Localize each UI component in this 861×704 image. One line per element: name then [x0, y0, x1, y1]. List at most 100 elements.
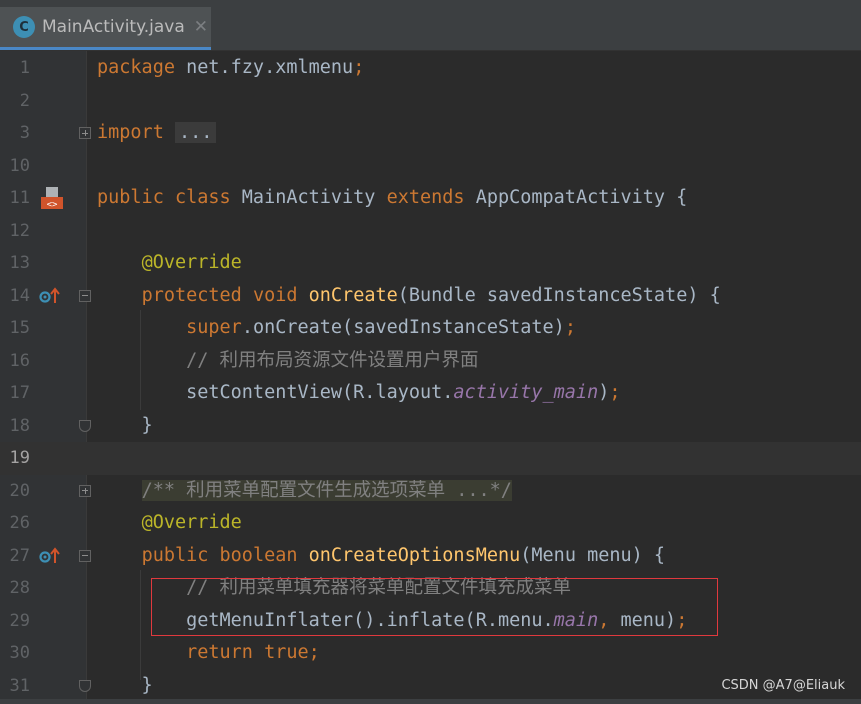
code-line[interactable]: 13 @Override — [0, 247, 861, 280]
code-token: @Override — [141, 512, 242, 533]
code-line[interactable]: 10 — [0, 150, 861, 183]
code-line[interactable]: 16 // 利用布局资源文件设置用户界面 — [0, 345, 861, 378]
code-line[interactable]: 19 — [0, 442, 861, 475]
layout-file-icon[interactable]: <> — [40, 186, 64, 214]
code-token: ; — [353, 57, 365, 78]
line-number: 10 — [9, 155, 30, 176]
line-number: 2 — [19, 90, 30, 111]
code-line[interactable]: 12 — [0, 215, 861, 248]
fold-collapse-icon[interactable] — [79, 419, 91, 432]
code-line[interactable]: 26 @Override — [0, 507, 861, 540]
line-number: 19 — [9, 448, 30, 468]
indent-guide — [140, 570, 141, 680]
code-line[interactable]: 27 public boolean onCreateOptionsMenu(Me… — [0, 540, 861, 573]
tab-title: MainActivity.java — [42, 17, 185, 37]
override-method-icon[interactable] — [39, 286, 61, 309]
code-token: public boolean — [141, 544, 298, 566]
code-line[interactable]: 30 return true; — [0, 637, 861, 670]
line-number: 14 — [9, 285, 30, 306]
code-token: net.fzy.xmlmenu — [174, 57, 354, 78]
indent-guide — [140, 310, 141, 410]
code-line[interactable]: 15 super.onCreate(savedInstanceState); — [0, 312, 861, 345]
code-token: ; — [308, 642, 320, 663]
line-number: 26 — [9, 513, 30, 533]
code-token: package — [97, 57, 175, 78]
code-line[interactable]: 14 protected void onCreate(Bundle savedI… — [0, 280, 861, 313]
code-token: // 利用布局资源文件设置用户界面 — [186, 349, 479, 371]
code-token: MainActivity — [230, 187, 387, 208]
code-token: protected void — [141, 284, 298, 306]
code-token: (Menu menu) { — [520, 544, 666, 566]
line-number: 31 — [9, 675, 30, 696]
tab-main-activity[interactable]: C MainActivity.java ✕ — [0, 7, 211, 50]
highlight-box — [151, 578, 718, 636]
code-line[interactable]: 2 — [0, 85, 861, 118]
code-token: (Bundle savedInstanceState) { — [397, 284, 721, 306]
code-token: import — [97, 122, 164, 143]
close-icon[interactable]: ✕ — [194, 17, 208, 37]
bottom-tool-strip — [0, 699, 861, 704]
code-text: /** 利用菜单配置文件生成选项菜单 ...*/ — [97, 475, 512, 508]
fold-expand-icon[interactable] — [79, 127, 91, 140]
code-line[interactable]: 3 import ... — [0, 117, 861, 150]
code-text: super.onCreate(savedInstanceState); — [97, 312, 576, 345]
fold-collapse-icon[interactable] — [79, 289, 91, 302]
code-line[interactable]: 1 package net.fzy.xmlmenu; — [0, 52, 861, 85]
code-token: } — [97, 414, 153, 436]
line-number: 12 — [9, 220, 30, 241]
line-number: 16 — [9, 350, 30, 371]
editor-tab-bar: C MainActivity.java ✕ — [0, 0, 861, 51]
code-text: } — [97, 410, 153, 443]
code-line[interactable]: 17 setContentView(R.layout.activity_main… — [0, 377, 861, 410]
code-token: return true — [186, 642, 309, 663]
code-line[interactable]: 20 /** 利用菜单配置文件生成选项菜单 ...*/ — [0, 475, 861, 508]
watermark: CSDN @A7@Eliauk — [721, 678, 845, 693]
code-token: @Override — [141, 252, 242, 273]
code-text: // 利用布局资源文件设置用户界面 — [97, 345, 479, 378]
code-text: import ... — [97, 117, 217, 150]
override-method-icon[interactable] — [39, 546, 61, 569]
fold-collapse-icon[interactable] — [79, 679, 91, 692]
line-number: 28 — [9, 578, 30, 598]
code-token: ; — [609, 382, 621, 403]
code-token: ) — [598, 382, 610, 403]
code-text: setContentView(R.layout.activity_main); — [97, 377, 621, 410]
line-number: 15 — [9, 318, 30, 338]
code-token: /** 利用菜单配置文件生成选项菜单 ...*/ — [141, 479, 512, 501]
code-token: AppCompatActivity { — [464, 187, 688, 208]
line-number: 18 — [9, 415, 30, 436]
code-text: public class MainActivity extends AppCom… — [97, 182, 687, 215]
code-text: protected void onCreate(Bundle savedInst… — [97, 280, 721, 313]
line-number: 30 — [9, 643, 30, 663]
code-token: extends — [386, 187, 465, 208]
line-number: 13 — [9, 253, 30, 273]
code-token: onCreate — [308, 284, 398, 306]
code-text: public boolean onCreateOptionsMenu(Menu … — [97, 540, 666, 573]
line-number: 29 — [9, 610, 30, 631]
fold-collapse-icon[interactable] — [79, 549, 91, 562]
code-line[interactable]: 18 } — [0, 410, 861, 443]
code-token: public class — [97, 187, 231, 208]
java-class-icon: C — [13, 16, 35, 38]
code-token: .onCreate(savedInstanceState) — [241, 317, 565, 338]
code-token[interactable]: ... — [174, 122, 217, 143]
line-number: 11 — [9, 188, 30, 208]
code-line[interactable]: 11 public class MainActivity extends AppC… — [0, 182, 861, 215]
code-text: } — [97, 670, 153, 703]
line-number: 3 — [19, 123, 30, 143]
fold-expand-icon[interactable] — [79, 484, 91, 497]
code-text: @Override — [97, 507, 242, 540]
code-text: return true; — [97, 637, 320, 670]
code-token: setContentView(R.layout. — [97, 382, 454, 403]
